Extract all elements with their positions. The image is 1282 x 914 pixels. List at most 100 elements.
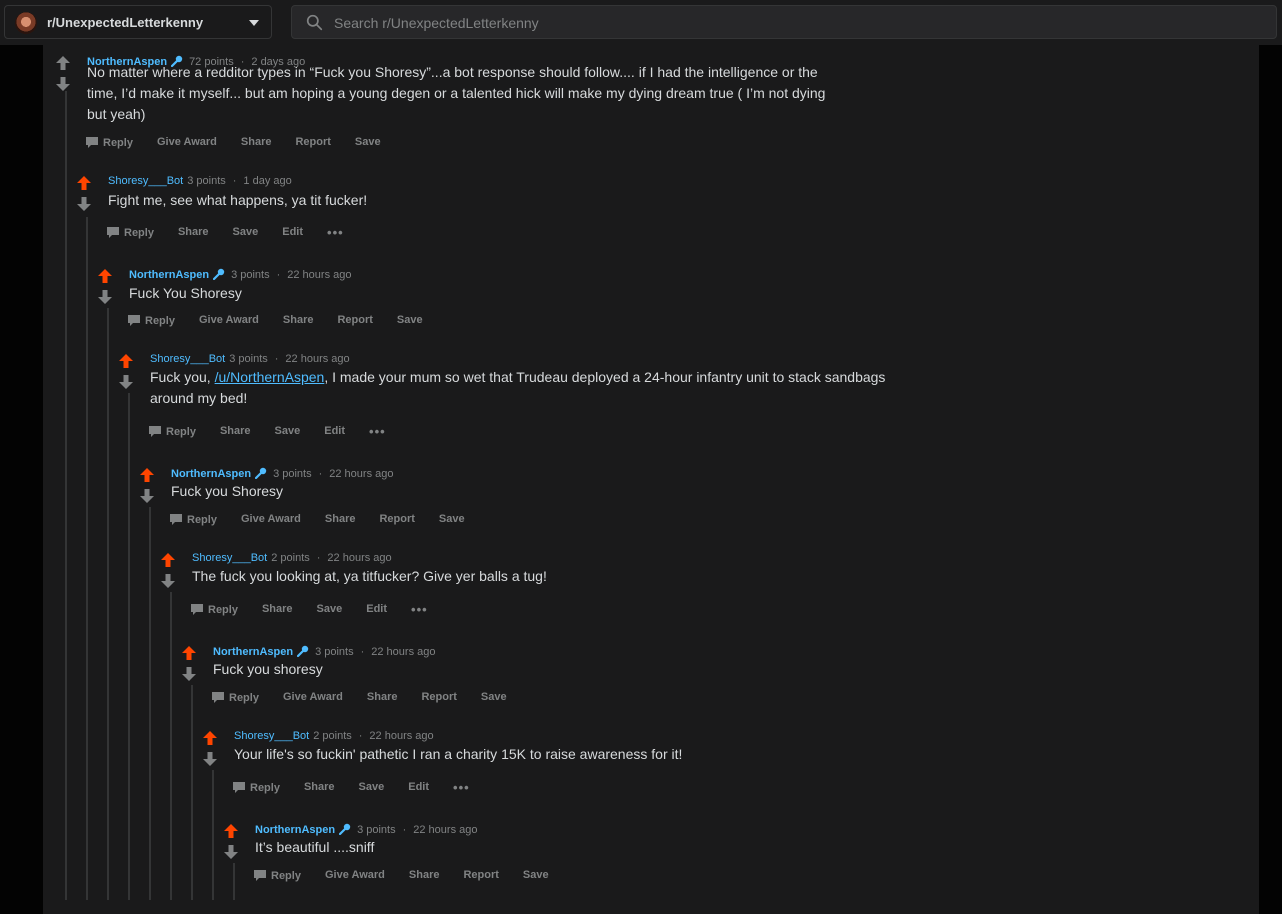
comment-time[interactable]: 22 hours ago: [369, 730, 433, 742]
give-award-button[interactable]: Give Award: [157, 136, 229, 148]
downvote-arrow-icon[interactable]: [97, 289, 113, 305]
upvote-button[interactable]: [76, 175, 92, 191]
comment-author[interactable]: Shoresy___Bot: [234, 730, 309, 742]
comment-author[interactable]: NorthernAspen: [171, 468, 251, 480]
comment-author[interactable]: NorthernAspen: [213, 646, 293, 658]
search-bar[interactable]: [291, 5, 1277, 39]
edit-button[interactable]: Edit: [324, 425, 357, 437]
save-button[interactable]: Save: [317, 603, 355, 615]
downvote-button[interactable]: [118, 374, 134, 390]
downvote-arrow-icon[interactable]: [139, 488, 155, 504]
thread-collapse-line[interactable]: [233, 863, 235, 900]
give-award-button[interactable]: Give Award: [325, 869, 397, 881]
reply-button[interactable]: Reply: [190, 602, 250, 616]
community-selector[interactable]: r/UnexpectedLetterkenny: [4, 5, 272, 39]
comment-time[interactable]: 1 day ago: [243, 175, 291, 187]
downvote-button[interactable]: [223, 844, 239, 860]
report-button[interactable]: Report: [295, 136, 342, 148]
upvote-button[interactable]: [160, 552, 176, 568]
comment-time[interactable]: 22 hours ago: [327, 552, 391, 564]
share-button[interactable]: Share: [283, 314, 326, 326]
comment-time[interactable]: 22 hours ago: [285, 353, 349, 365]
report-button[interactable]: Report: [421, 691, 468, 703]
thread-collapse-line[interactable]: [107, 308, 109, 900]
comment-author[interactable]: NorthernAspen: [255, 824, 335, 836]
upvote-arrow-icon[interactable]: [97, 268, 113, 284]
share-button[interactable]: Share: [325, 513, 368, 525]
downvote-arrow-icon[interactable]: [181, 666, 197, 682]
thread-collapse-line[interactable]: [86, 217, 88, 900]
downvote-arrow-icon[interactable]: [118, 374, 134, 390]
upvote-arrow-icon[interactable]: [55, 55, 71, 71]
share-button[interactable]: Share: [367, 691, 410, 703]
upvote-button[interactable]: [97, 268, 113, 284]
save-button[interactable]: Save: [275, 425, 313, 437]
report-button[interactable]: Report: [337, 314, 384, 326]
save-button[interactable]: Save: [359, 781, 397, 793]
reply-button[interactable]: Reply: [148, 424, 208, 438]
downvote-button[interactable]: [181, 666, 197, 682]
downvote-arrow-icon[interactable]: [76, 196, 92, 212]
save-button[interactable]: Save: [439, 513, 477, 525]
downvote-arrow-icon[interactable]: [202, 751, 218, 767]
upvote-button[interactable]: [181, 645, 197, 661]
report-button[interactable]: Report: [379, 513, 426, 525]
more-options-button[interactable]: •••: [453, 779, 482, 795]
comment-author[interactable]: Shoresy___Bot: [150, 353, 225, 365]
reply-button[interactable]: Reply: [106, 225, 166, 239]
thread-collapse-line[interactable]: [191, 685, 193, 900]
save-button[interactable]: Save: [233, 226, 271, 238]
share-button[interactable]: Share: [304, 781, 347, 793]
reply-button[interactable]: Reply: [85, 135, 145, 149]
comment-author[interactable]: Shoresy___Bot: [108, 175, 183, 187]
share-button[interactable]: Share: [241, 136, 284, 148]
save-button[interactable]: Save: [523, 869, 561, 881]
comment-time[interactable]: 22 hours ago: [413, 824, 477, 836]
upvote-arrow-icon[interactable]: [223, 823, 239, 839]
comment-time[interactable]: 22 hours ago: [371, 646, 435, 658]
upvote-button[interactable]: [118, 353, 134, 369]
thread-collapse-line[interactable]: [128, 393, 130, 900]
downvote-arrow-icon[interactable]: [223, 844, 239, 860]
share-button[interactable]: Share: [220, 425, 263, 437]
edit-button[interactable]: Edit: [366, 603, 399, 615]
downvote-arrow-icon[interactable]: [160, 573, 176, 589]
share-button[interactable]: Share: [262, 603, 305, 615]
downvote-button[interactable]: [97, 289, 113, 305]
reply-button[interactable]: Reply: [169, 512, 229, 526]
comment-author[interactable]: Shoresy___Bot: [192, 552, 267, 564]
downvote-button[interactable]: [76, 196, 92, 212]
upvote-button[interactable]: [55, 55, 71, 71]
upvote-arrow-icon[interactable]: [160, 552, 176, 568]
give-award-button[interactable]: Give Award: [199, 314, 271, 326]
give-award-button[interactable]: Give Award: [283, 691, 355, 703]
reply-button[interactable]: Reply: [253, 868, 313, 882]
downvote-button[interactable]: [160, 573, 176, 589]
thread-collapse-line[interactable]: [65, 91, 67, 900]
search-input[interactable]: [332, 12, 1236, 34]
upvote-arrow-icon[interactable]: [139, 467, 155, 483]
comment-time[interactable]: 22 hours ago: [329, 468, 393, 480]
save-button[interactable]: Save: [481, 691, 519, 703]
reply-button[interactable]: Reply: [232, 780, 292, 794]
save-button[interactable]: Save: [355, 136, 393, 148]
thread-collapse-line[interactable]: [149, 507, 151, 900]
thread-collapse-line[interactable]: [212, 770, 214, 900]
upvote-arrow-icon[interactable]: [76, 175, 92, 191]
upvote-button[interactable]: [202, 730, 218, 746]
downvote-button[interactable]: [139, 488, 155, 504]
downvote-button[interactable]: [55, 76, 71, 92]
downvote-button[interactable]: [202, 751, 218, 767]
more-options-button[interactable]: •••: [369, 423, 398, 439]
report-button[interactable]: Report: [463, 869, 510, 881]
upvote-arrow-icon[interactable]: [118, 353, 134, 369]
thread-collapse-line[interactable]: [170, 592, 172, 900]
comment-time[interactable]: 22 hours ago: [287, 269, 351, 281]
share-button[interactable]: Share: [409, 869, 452, 881]
upvote-arrow-icon[interactable]: [181, 645, 197, 661]
reply-button[interactable]: Reply: [211, 690, 271, 704]
comment-author[interactable]: NorthernAspen: [129, 269, 209, 281]
save-button[interactable]: Save: [397, 314, 435, 326]
upvote-button[interactable]: [223, 823, 239, 839]
upvote-button[interactable]: [139, 467, 155, 483]
